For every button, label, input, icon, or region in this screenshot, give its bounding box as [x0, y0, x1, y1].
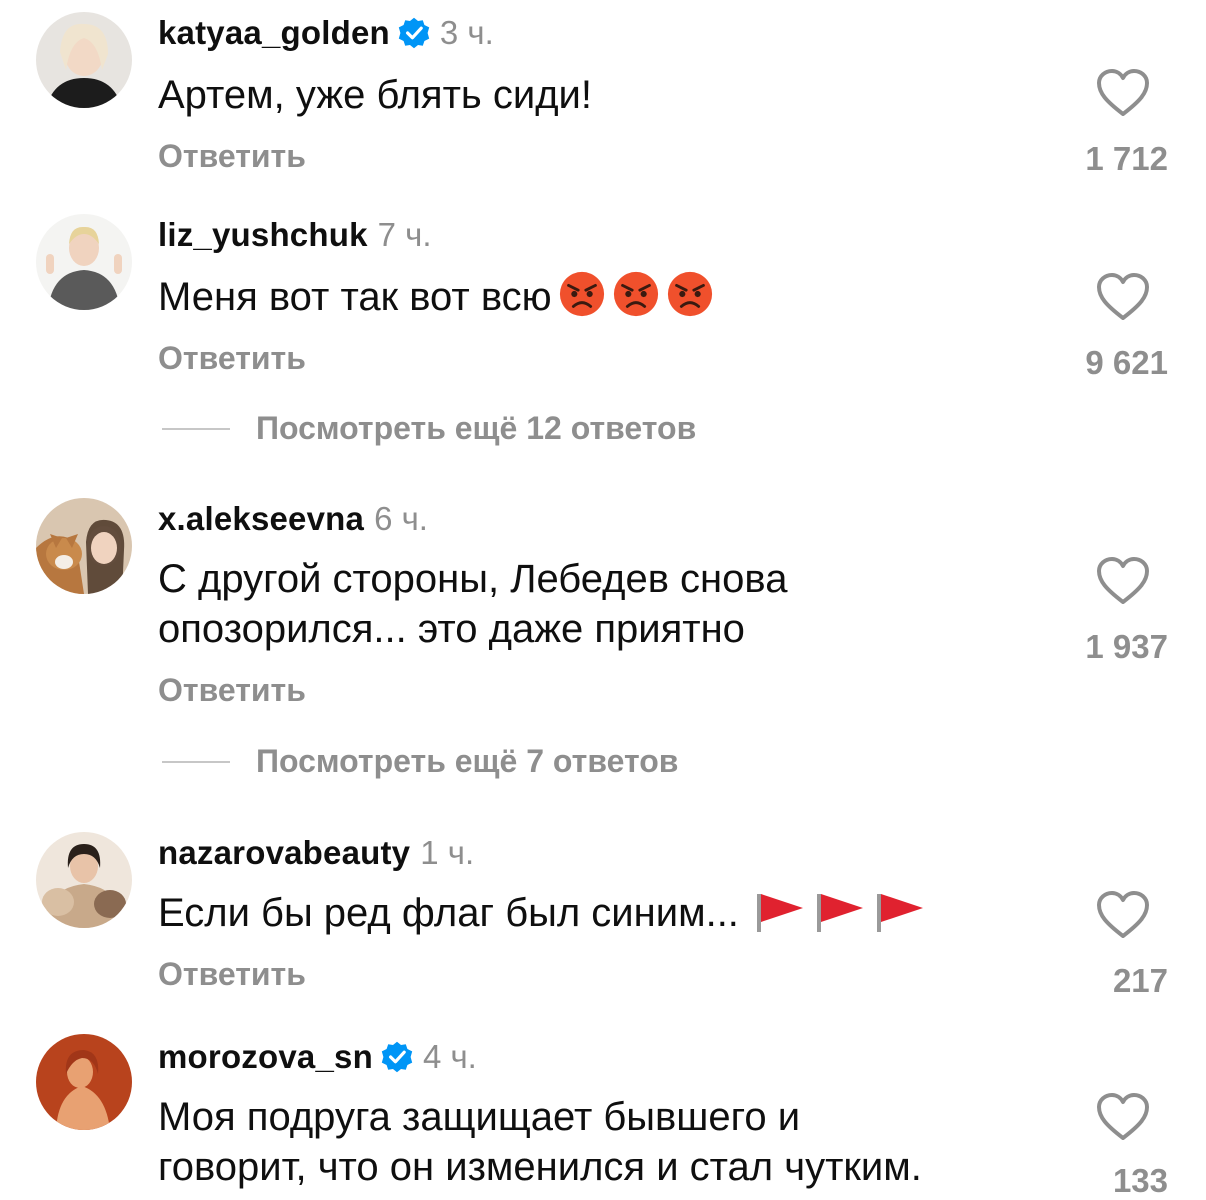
- comment-text-line-2: говорит, что он изменился и стал чутким.: [158, 1145, 922, 1189]
- thread-line: [162, 760, 230, 763]
- comment-time: 7 ч.: [377, 216, 432, 253]
- reply-button[interactable]: Ответить: [158, 672, 306, 709]
- avatar[interactable]: [36, 498, 132, 594]
- username[interactable]: morozova_sn: [158, 1038, 373, 1076]
- username[interactable]: nazarovabeauty: [158, 834, 410, 872]
- comment-text-line-1: С другой стороны, Лебедев снова: [158, 557, 788, 601]
- comment-text: Артем, уже блять сиди!: [158, 73, 592, 117]
- comment-time: 4 ч.: [422, 1038, 477, 1075]
- verified-badge-icon: [381, 1041, 413, 1073]
- like-heart-icon[interactable]: [1096, 556, 1150, 606]
- view-more-replies-button[interactable]: Посмотреть ещё 7 ответов: [162, 743, 678, 780]
- comment-text-body: Меня вот так вот всю: [158, 275, 552, 319]
- username[interactable]: katyaa_golden: [158, 14, 390, 52]
- like-heart-icon[interactable]: [1096, 890, 1150, 940]
- triangular-flag-icon: [753, 890, 807, 946]
- like-heart-icon[interactable]: [1096, 272, 1150, 322]
- triangular-flag-icon: [813, 890, 867, 946]
- triangular-flag-icon: [873, 890, 927, 946]
- comment-text: Меня вот так вот всю: [158, 270, 714, 330]
- avatar[interactable]: [36, 1034, 132, 1130]
- like-heart-icon[interactable]: [1096, 1092, 1150, 1142]
- view-more-replies-label: Посмотреть ещё 12 ответов: [256, 410, 697, 446]
- like-count: 9 621: [1085, 344, 1168, 381]
- like-count: 133: [1112, 1162, 1168, 1199]
- angry-face-icon: [666, 270, 714, 330]
- verified-badge-icon: [398, 17, 430, 49]
- view-more-replies-button[interactable]: Посмотреть ещё 12 ответов: [162, 410, 696, 447]
- comment-text-line-2: опозорился... это даже приятно: [158, 607, 745, 651]
- reply-button[interactable]: Ответить: [158, 340, 306, 377]
- reply-button[interactable]: Ответить: [158, 956, 306, 993]
- avatar[interactable]: [36, 832, 132, 928]
- username[interactable]: x.alekseevna: [158, 500, 364, 538]
- comment-text: Если бы ред флаг был синим...: [158, 888, 927, 946]
- angry-face-icon: [612, 270, 660, 330]
- like-count: 1 937: [1085, 628, 1168, 665]
- thread-line: [162, 427, 230, 430]
- angry-face-icon: [558, 270, 606, 330]
- comment-text-body: Если бы ред флаг был синим...: [158, 891, 739, 935]
- comment-time: 1 ч.: [420, 834, 475, 871]
- avatar[interactable]: [36, 12, 132, 108]
- avatar[interactable]: [36, 214, 132, 310]
- username[interactable]: liz_yushchuk: [158, 216, 368, 254]
- comment-text-line-1: Моя подруга защищает бывшего и: [158, 1095, 801, 1139]
- view-more-replies-label: Посмотреть ещё 7 ответов: [256, 743, 679, 779]
- reply-button[interactable]: Ответить: [158, 138, 306, 175]
- comment-time: 6 ч.: [374, 500, 428, 537]
- like-count: 217: [1112, 962, 1168, 999]
- comment-time: 3 ч.: [439, 14, 494, 51]
- like-heart-icon[interactable]: [1096, 68, 1150, 118]
- like-count: 1 712: [1085, 140, 1168, 177]
